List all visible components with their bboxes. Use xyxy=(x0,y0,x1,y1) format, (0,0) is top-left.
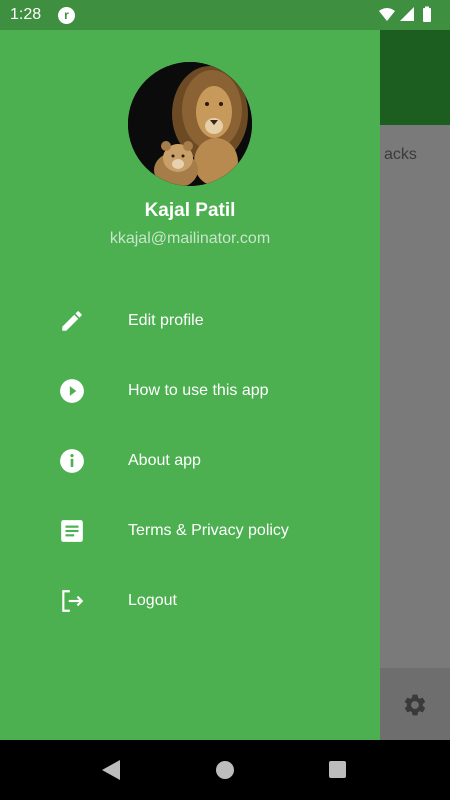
menu-item-logout[interactable]: Logout xyxy=(0,566,380,636)
gear-icon xyxy=(404,694,426,716)
back-icon[interactable] xyxy=(102,760,120,780)
menu-item-about-app[interactable]: About app xyxy=(0,426,380,496)
menu-item-label: Logout xyxy=(128,592,177,609)
logout-icon xyxy=(62,590,84,612)
drawer-menu: Edit profile How to use this app About a… xyxy=(0,286,380,636)
pencil-icon xyxy=(62,311,82,331)
system-nav-bar xyxy=(0,740,450,800)
recents-icon[interactable] xyxy=(329,761,346,778)
status-bar: 1:28 r xyxy=(0,0,450,30)
avatar[interactable] xyxy=(128,62,252,186)
status-icons xyxy=(379,6,431,22)
navigation-drawer: Kajal Patil kkajal@mailinator.com Edit p… xyxy=(0,30,380,740)
menu-item-edit-profile[interactable]: Edit profile xyxy=(0,286,380,356)
home-icon[interactable] xyxy=(216,761,234,779)
menu-item-how-to-use[interactable]: How to use this app xyxy=(0,356,380,426)
menu-item-label: Terms & Privacy policy xyxy=(128,522,289,539)
profile-email: kkajal@mailinator.com xyxy=(109,230,271,247)
lion-avatar-image xyxy=(128,62,252,186)
document-icon xyxy=(61,520,83,542)
background-card-text: acks xyxy=(384,146,417,163)
profile-name: Kajal Patil xyxy=(144,200,236,221)
battery-icon xyxy=(423,8,431,22)
notification-app-icon: r xyxy=(58,7,75,24)
menu-item-label: About app xyxy=(128,452,201,469)
status-time: 1:28 xyxy=(10,6,42,23)
wifi-icon xyxy=(379,8,395,21)
menu-item-label: How to use this app xyxy=(128,382,269,399)
menu-item-terms-privacy[interactable]: Terms & Privacy policy xyxy=(0,496,380,566)
menu-item-label: Edit profile xyxy=(128,312,204,329)
cellular-signal-icon xyxy=(400,7,414,21)
info-icon xyxy=(60,449,84,473)
play-circle-icon xyxy=(60,379,84,403)
